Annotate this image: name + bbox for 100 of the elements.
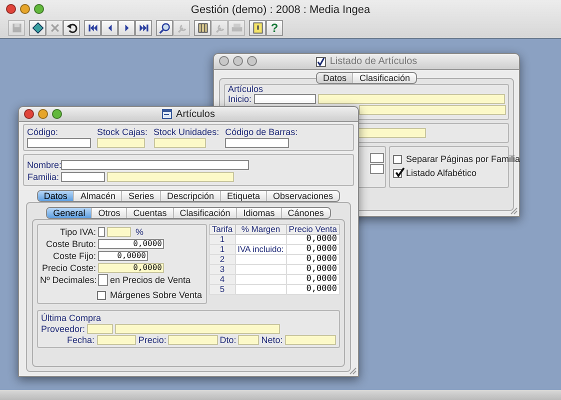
input-field[interactable] <box>370 164 384 174</box>
input-field[interactable] <box>115 324 280 334</box>
checkbox-label: Márgenes Sobre Venta <box>110 290 202 300</box>
input-field[interactable]: 0,0000 <box>98 263 164 273</box>
tab[interactable]: Cánones <box>280 208 330 218</box>
input-field[interactable] <box>284 335 336 345</box>
eraser-icon <box>32 22 44 34</box>
resize-grip-icon[interactable] <box>510 207 518 215</box>
resize-grip-icon[interactable] <box>349 367 357 375</box>
note-button[interactable] <box>249 20 266 36</box>
input-field[interactable]: 0,0000 <box>98 251 148 261</box>
checkbox-label: Separar Páginas por Familia <box>406 154 520 164</box>
clear-button[interactable] <box>29 20 46 36</box>
tab[interactable]: Etiqueta <box>220 191 266 201</box>
field-label: Precio: <box>138 335 166 345</box>
input-field[interactable] <box>225 138 290 148</box>
tab[interactable]: Otros <box>91 208 126 218</box>
zoom-button[interactable] <box>34 4 44 14</box>
form-icon <box>162 109 172 119</box>
wrench-icon <box>176 22 188 34</box>
table-cell: 1 <box>209 234 236 244</box>
tab[interactable]: Idiomas <box>236 208 281 218</box>
field-label: Tipo IVA: <box>58 227 96 237</box>
undo-button[interactable] <box>63 20 80 36</box>
table-cell: 0,0000 <box>286 274 340 284</box>
input-field[interactable] <box>370 153 384 163</box>
last-button[interactable] <box>135 20 152 36</box>
tab[interactable]: Observaciones <box>266 191 340 201</box>
input-field[interactable] <box>96 335 136 345</box>
input-field[interactable] <box>61 160 249 170</box>
previous-button[interactable] <box>101 20 118 36</box>
field-label: Código: <box>27 127 60 137</box>
input-field[interactable]: 0,0000 <box>98 239 164 249</box>
close-button[interactable] <box>24 109 34 119</box>
column-header: Tarifa <box>209 224 236 234</box>
field-label: en Precios de Venta <box>110 275 191 285</box>
floppy-icon <box>10 22 22 34</box>
input-field[interactable] <box>98 274 108 286</box>
table-cell <box>235 274 286 284</box>
table-cell: 5 <box>209 284 236 294</box>
help-button[interactable]: ? <box>266 20 283 36</box>
checkbox[interactable] <box>393 168 402 178</box>
input-field[interactable] <box>107 172 234 182</box>
input-field[interactable] <box>318 94 505 104</box>
tab[interactable]: General <box>47 208 92 218</box>
book-button[interactable] <box>194 20 211 36</box>
tab[interactable]: Datos <box>316 73 352 83</box>
field-label: Código de Barras: <box>225 127 298 137</box>
search-button[interactable] <box>156 20 173 36</box>
table-cell <box>235 284 286 294</box>
tab[interactable]: Series <box>121 191 160 201</box>
input-field[interactable] <box>98 227 105 237</box>
field-label: Proveedor: <box>41 324 86 334</box>
checklist-icon <box>316 56 326 66</box>
tab[interactable]: Descripción <box>160 191 220 201</box>
undo-icon <box>66 22 78 34</box>
window-title: Listado de Artículos <box>330 56 418 67</box>
table-cell: 0,0000 <box>286 254 340 264</box>
table-cell: IVA incluido: <box>235 244 286 254</box>
unit-label: % <box>134 227 144 237</box>
close-button[interactable] <box>6 4 16 14</box>
input-field[interactable] <box>168 335 218 345</box>
minimize-button[interactable] <box>20 4 30 14</box>
field-label: Neto: <box>261 335 283 345</box>
input-field[interactable] <box>87 324 114 334</box>
input-field[interactable] <box>61 172 105 182</box>
field-label: Nº Decimales: <box>40 275 96 285</box>
tab[interactable]: Datos <box>38 191 74 201</box>
book-icon <box>196 22 208 34</box>
field-label: Precio Coste: <box>40 263 96 273</box>
input-field[interactable] <box>359 105 506 115</box>
input-field[interactable] <box>107 227 131 237</box>
tab[interactable]: Clasificación <box>172 208 236 218</box>
first-button[interactable] <box>84 20 101 36</box>
group-title: Artículos <box>228 85 264 94</box>
tab[interactable]: Almacén <box>73 191 122 201</box>
close-button[interactable] <box>219 56 229 66</box>
input-field[interactable] <box>27 138 91 148</box>
field-label: Dto: <box>220 335 236 345</box>
table-cell: 0,0000 <box>286 234 340 244</box>
checkbox[interactable] <box>393 154 402 164</box>
field-label: Coste Bruto: <box>44 239 96 249</box>
table-cell <box>235 234 286 244</box>
table-cell: 0,0000 <box>286 244 340 254</box>
table-cell <box>235 254 286 264</box>
checkbox[interactable] <box>97 290 106 300</box>
window-title: Gestión (demo) : 2008 : Media Ingea <box>190 4 370 16</box>
zoom-button[interactable] <box>52 109 62 119</box>
zoom-button[interactable] <box>247 56 257 66</box>
input-field[interactable] <box>356 128 426 138</box>
minimize-button[interactable] <box>38 109 48 119</box>
field-label: Fecha: <box>67 335 95 345</box>
input-field[interactable] <box>238 335 260 345</box>
minimize-button[interactable] <box>233 56 243 66</box>
tab[interactable]: Cuentas <box>126 208 173 218</box>
next-button[interactable] <box>118 20 135 36</box>
table-cell: 3 <box>209 264 236 274</box>
input-field[interactable] <box>154 138 206 148</box>
input-field[interactable] <box>97 138 145 148</box>
input-field[interactable] <box>254 94 316 104</box>
